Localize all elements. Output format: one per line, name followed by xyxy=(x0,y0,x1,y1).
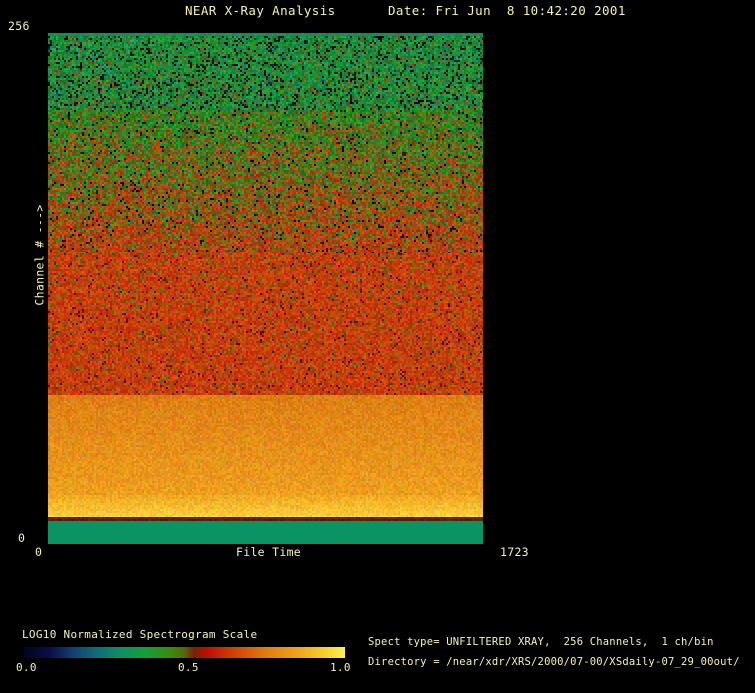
spectrogram-heatmap xyxy=(48,33,483,544)
directory-text: Directory = /near/xdr/XRS/2000/07-00/XSd… xyxy=(368,656,740,668)
colorbar-gradient xyxy=(24,647,345,658)
page-title: NEAR X-Ray Analysis xyxy=(185,3,336,18)
header-date: Date: Fri Jun 8 10:42:20 2001 xyxy=(388,3,626,18)
y-axis-min-label: 0 xyxy=(18,531,26,545)
y-axis-title: Channel # ---> xyxy=(32,204,47,306)
colorbar-label: LOG10 Normalized Spectrogram Scale xyxy=(22,628,258,641)
colorbar-tick-min: 0.0 xyxy=(16,661,37,674)
x-axis-max-label: 1723 xyxy=(500,545,529,559)
colorbar-tick-max: 1.0 xyxy=(330,661,351,674)
x-axis-title: File Time xyxy=(236,545,302,559)
colorbar-tick-mid: 0.5 xyxy=(178,661,199,674)
x-axis-min-label: 0 xyxy=(35,545,43,559)
y-axis-max-label: 256 xyxy=(8,19,30,33)
spect-type-text: Spect type= UNFILTERED XRAY, 256 Channel… xyxy=(368,636,714,648)
near-xray-analysis-window: NEAR X-Ray Analysis Date: Fri Jun 8 10:4… xyxy=(0,0,755,693)
